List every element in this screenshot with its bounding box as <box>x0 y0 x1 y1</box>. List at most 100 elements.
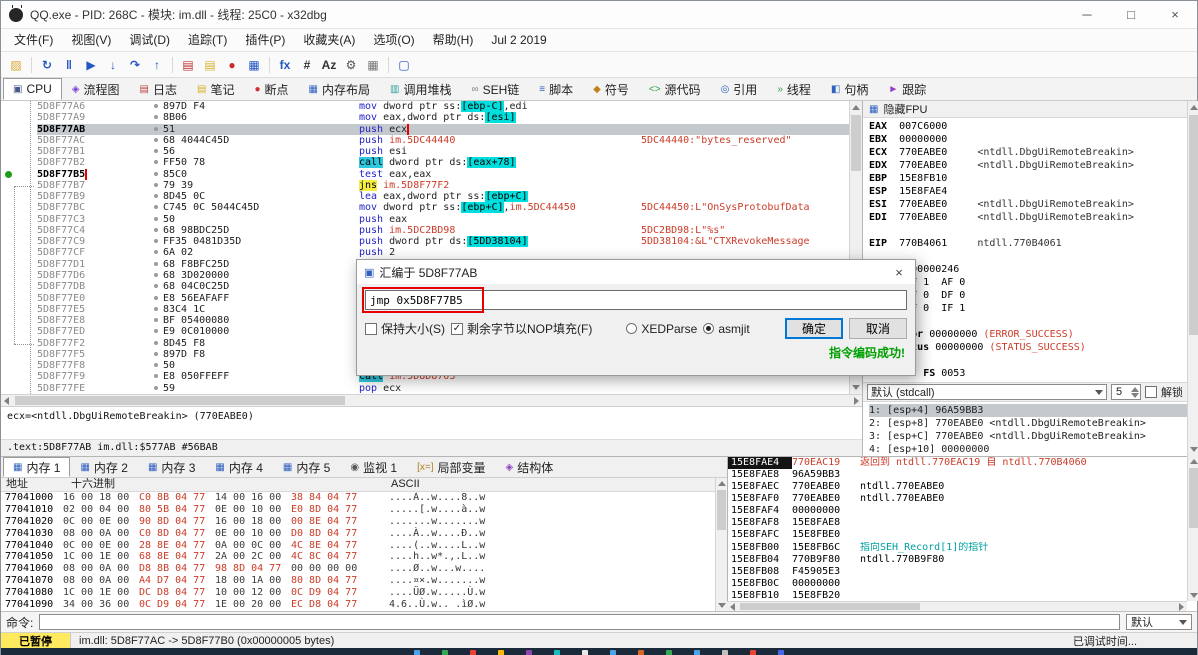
strings-icon[interactable]: Az <box>318 55 340 75</box>
menu-item[interactable]: 调试(D) <box>120 29 179 51</box>
register-row[interactable] <box>869 250 1198 263</box>
menu-item[interactable]: 选项(O) <box>364 29 423 51</box>
breakpoint-gutter[interactable] <box>1 371 37 383</box>
main-tab-1[interactable]: ◈ 流程图 <box>62 78 130 100</box>
stack-row[interactable]: 15E8FAE8 96A59BB3 <box>728 469 1187 481</box>
taskbar-app-icon[interactable] <box>610 650 616 655</box>
calculator-icon[interactable]: ▦ <box>362 55 384 75</box>
breakpoint-gutter[interactable] <box>1 258 37 270</box>
command-syntax-dropdown[interactable]: 默认 <box>1126 614 1192 630</box>
cancel-button[interactable]: 取消 <box>848 318 907 339</box>
log-icon[interactable]: ▤ <box>177 55 199 75</box>
execute-till-return-icon[interactable]: ↑ <box>146 55 168 75</box>
menu-item[interactable]: 视图(V) <box>62 29 120 51</box>
stack-row[interactable]: 15E8FB08 F45905E3 <box>728 566 1187 578</box>
open-file-icon[interactable]: ▨ <box>5 55 27 75</box>
disasm-row[interactable]: 5D8F77A6 897D F4 mov dword ptr ss:[ebp-C],… <box>1 101 849 113</box>
restart-icon[interactable]: ↻ <box>36 55 58 75</box>
breakpoint-gutter[interactable] <box>1 315 37 327</box>
dump-tab-1[interactable]: ▦ 内存 2 <box>70 457 137 477</box>
menu-item[interactable]: 文件(F) <box>5 29 62 51</box>
main-tab-13[interactable]: ◧ 句柄 <box>821 78 878 100</box>
taskbar-app-icon[interactable] <box>470 650 476 655</box>
disasm-row[interactable]: 5D8F77C3 50 push eax <box>1 213 849 225</box>
disasm-row[interactable]: 5D8F77B2 FF50 78 call dword ptr ds:[eax+78… <box>1 157 849 169</box>
main-tab-12[interactable]: » 线程 <box>767 78 821 100</box>
disasm-row[interactable]: 5D8F77AB 51 push ecx <box>1 123 849 135</box>
main-tab-10[interactable]: <> 源代码 <box>639 78 711 100</box>
dialog-close-icon[interactable]: × <box>883 260 915 284</box>
calling-convention-dropdown[interactable]: 默认 (stdcall) <box>867 384 1107 400</box>
dump-vertical-scrollbar[interactable] <box>715 478 727 611</box>
dump-row[interactable]: 77041090 34 00 36 00 0C D9 04 77 1E 00 20 0… <box>1 599 715 611</box>
hide-fpu-button[interactable]: 隐藏FPU <box>883 101 927 117</box>
disasm-row[interactable]: 5D8F77AC 68 4044C45D push im.5DC44440 5DC44… <box>1 134 849 147</box>
nop-fill-checkbox[interactable]: 剩余字节以NOP填充(F) <box>451 320 592 337</box>
keep-size-checkbox[interactable]: 保持大小(S) <box>365 320 445 337</box>
main-tab-3[interactable]: ▤ 笔记 <box>187 78 244 100</box>
close-button[interactable]: × <box>1153 1 1197 29</box>
register-row[interactable]: OF 0 SF 0 DF 0 <box>869 289 1198 302</box>
menu-item[interactable]: 收藏夹(A) <box>294 29 364 51</box>
register-row[interactable]: EFLAGS 00000246 <box>869 263 1198 276</box>
step-into-icon[interactable]: ↓ <box>102 55 124 75</box>
dump-row[interactable]: 77041030 08 00 0A 00 C0 8D 04 77 0E 00 10 0… <box>1 528 715 540</box>
breakpoint-gutter[interactable] <box>1 292 37 304</box>
register-row[interactable]: EIP 770B4061 ntdll.770B4061 <box>869 237 1198 250</box>
dump-tab-5[interactable]: ◉ 监视 1 <box>340 457 407 477</box>
taskbar-app-icon[interactable] <box>722 650 728 655</box>
dump-tab-0[interactable]: ▦ 内存 1 <box>3 457 71 477</box>
main-tab-5[interactable]: ▦ 内存布局 <box>299 78 380 100</box>
taskbar-app-icon[interactable] <box>526 650 532 655</box>
stack-row[interactable]: 15E8FAF0 770EABE0 ntdll.770EABE0 <box>728 493 1187 505</box>
run-icon[interactable]: ▶ <box>80 55 102 75</box>
register-row[interactable]: LastError 00000000 (ERROR_SUCCESS) <box>869 328 1198 341</box>
breakpoint-gutter[interactable] <box>1 236 37 248</box>
stack-row[interactable]: 15E8FAF4 00000000 <box>728 505 1187 517</box>
disasm-row[interactable]: 5D8F77FE 59 pop ecx <box>1 382 849 394</box>
stack-row[interactable]: 15E8FB0C 00000000 <box>728 578 1187 590</box>
dump-row[interactable]: 77041050 1C 00 1E 00 68 8E 04 77 2A 00 2C 0… <box>1 551 715 563</box>
main-tab-0[interactable]: ▣ CPU <box>3 78 62 100</box>
assemble-instruction-input[interactable] <box>365 290 907 310</box>
dump-row[interactable]: 77041010 02 00 04 00 80 5B 04 77 0E 00 10 0… <box>1 504 715 516</box>
breakpoint-gutter[interactable] <box>1 224 37 237</box>
debug-window-icon[interactable]: ▢ <box>393 55 415 75</box>
disasm-row[interactable]: 5D8F77CF 6A 02 push 2 <box>1 247 849 259</box>
disasm-row[interactable]: 5D8F77B1 56 push esi <box>1 146 849 158</box>
dump-row[interactable]: 77041020 0C 00 0E 00 90 8D 04 77 16 00 18 0… <box>1 516 715 528</box>
main-tab-2[interactable]: ▤ 日志 <box>130 78 187 100</box>
taskbar-app-icon[interactable] <box>554 650 560 655</box>
breakpoint-gutter[interactable] <box>1 202 37 214</box>
step-over-icon[interactable]: ↷ <box>124 55 146 75</box>
register-row[interactable]: EDI 770EABE0 <ntdll.DbgUiRemoteBreakin> <box>869 211 1198 224</box>
stack-vertical-scrollbar[interactable] <box>1187 456 1198 601</box>
maximize-button[interactable]: □ <box>1109 1 1153 29</box>
menu-item[interactable]: 帮助(H) <box>424 29 483 51</box>
dump-row[interactable]: 77041070 08 00 0A 00 A4 D7 04 77 18 00 1A 0… <box>1 575 715 587</box>
main-tab-14[interactable]: ► 跟踪 <box>878 78 936 100</box>
register-row[interactable]: ESP 15E8FAE4 <box>869 185 1198 198</box>
main-tab-9[interactable]: ◆ 符号 <box>583 78 639 100</box>
main-tab-6[interactable]: ▥ 调用堆栈 <box>380 78 461 100</box>
taskbar-app-icon[interactable] <box>442 650 448 655</box>
breakpoint-gutter[interactable] <box>1 382 37 394</box>
dump-tab-6[interactable]: [x=] 局部变量 <box>407 457 495 477</box>
disasm-row[interactable]: 5D8F77B5 85C0 test eax,eax <box>1 168 849 180</box>
dump-tab-3[interactable]: ▦ 内存 4 <box>205 457 272 477</box>
register-row[interactable] <box>869 354 1198 367</box>
stack-argument-row[interactable]: 2: [esp+8] 770EABE0 <ntdll.DbgUiRemoteBr… <box>869 417 1198 430</box>
disasm-row[interactable]: 5D8F77B7 79 39 jns im.5D8F77F2 <box>1 179 849 192</box>
register-row[interactable]: EBX 00000000 <box>869 133 1198 146</box>
breakpoint-gutter[interactable] <box>1 281 37 293</box>
register-row[interactable]: EDX 770EABE0 <ntdll.DbgUiRemoteBreakin> <box>869 159 1198 172</box>
register-row[interactable]: EAX 007C6000 <box>869 120 1198 133</box>
dump-row[interactable]: 77041040 0C 00 0E 00 28 8E 04 77 0A 00 0C 0… <box>1 540 715 552</box>
dump-row[interactable]: 77041080 1C 00 1E 00 DC D8 04 77 10 00 12 0… <box>1 587 715 599</box>
disasm-row[interactable]: 5D8F77BC C745 0C 5044C45D mov dword ptr ss… <box>1 202 849 214</box>
unlock-checkbox[interactable] <box>1145 386 1157 398</box>
breakpoint-gutter[interactable] <box>1 213 37 225</box>
stack-panel[interactable]: 15E8FAE4 770EAC19 返回到 ntdll.770EAC19 自 ntd… <box>727 456 1187 611</box>
taskbar-app-icon[interactable] <box>666 650 672 655</box>
breakpoint-icon[interactable]: ● <box>221 55 243 75</box>
